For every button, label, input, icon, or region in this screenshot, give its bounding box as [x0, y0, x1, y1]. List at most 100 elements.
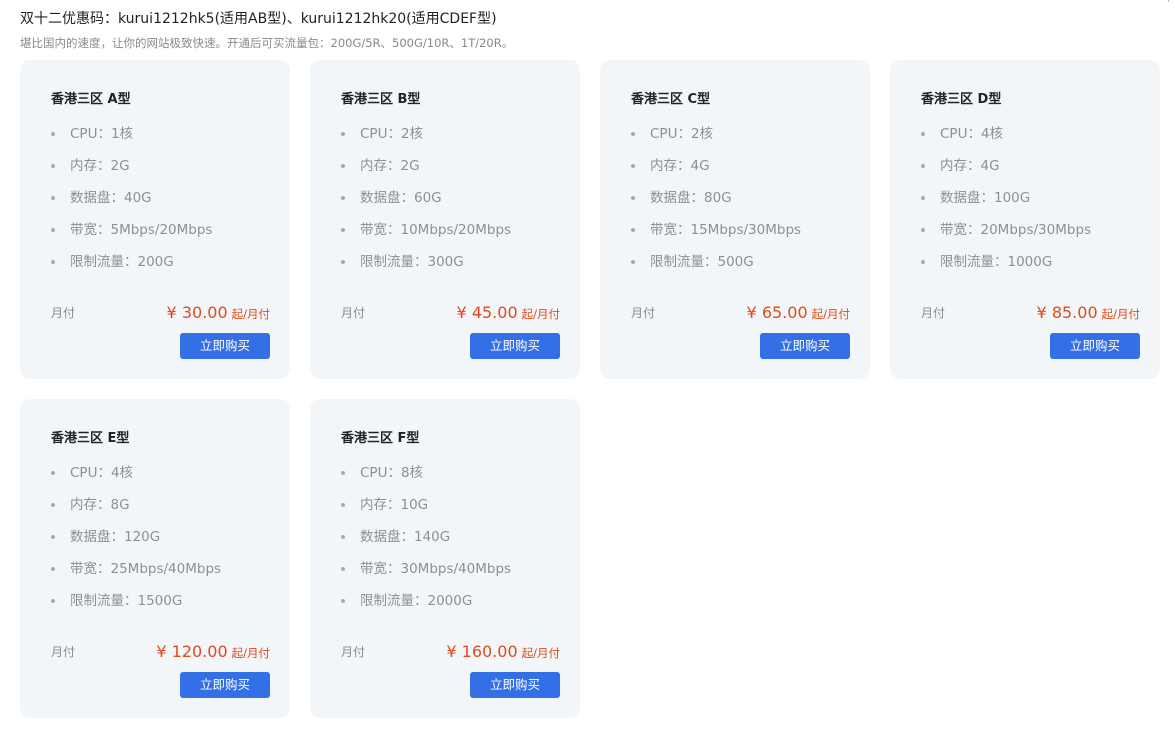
spec-text: 内存：2G: [70, 158, 130, 174]
bullet-icon: [341, 535, 345, 539]
bullet-icon: [631, 260, 635, 264]
bullet-icon: [341, 228, 345, 232]
spec-traffic: 限制流量：2000G: [341, 590, 511, 622]
spec-disk: 数据盘：120G: [51, 526, 221, 558]
bullet-icon: [921, 228, 925, 232]
spec-traffic: 限制流量：500G: [631, 251, 801, 283]
spec-text: 带宽：5Mbps/20Mbps: [70, 222, 213, 238]
spec-text: 限制流量：1500G: [70, 593, 183, 609]
price-amount: ¥ 160.00: [446, 642, 518, 661]
bullet-icon: [631, 164, 635, 168]
spec-text: 内存：8G: [70, 497, 130, 513]
spec-text: 带宽：10Mbps/20Mbps: [360, 222, 512, 238]
spec-memory: 内存：4G: [631, 155, 801, 187]
bullet-icon: [51, 535, 55, 539]
price-unit: 起/月付: [231, 646, 270, 660]
spec-text: CPU：4核: [70, 465, 134, 481]
billing-cycle: 月付: [921, 306, 946, 320]
price: ¥ 160.00 起/月付: [446, 640, 560, 665]
price: ¥ 30.00 起/月付: [167, 301, 270, 326]
spec-disk: 数据盘：40G: [51, 187, 212, 219]
spec-text: 数据盘：60G: [360, 190, 442, 206]
bullet-icon: [51, 260, 55, 264]
spec-text: 内存：2G: [360, 158, 420, 174]
promo-subtitle: 堪比国内的速度，让你的网站极致快速。开通后可买流量包：200G/5R、500G/…: [20, 36, 514, 50]
spec-memory: 内存：8G: [51, 494, 221, 526]
plan-card-a: 香港三区 A型 CPU：1核 内存：2G 数据盘：40G 带宽：5Mbps/20…: [20, 60, 290, 379]
bullet-icon: [921, 196, 925, 200]
bullet-icon: [51, 567, 55, 571]
bullet-icon: [51, 132, 55, 136]
spec-cpu: CPU：4核: [921, 123, 1091, 155]
spec-bandwidth: 带宽：30Mbps/40Mbps: [341, 558, 511, 590]
spec-text: 限制流量：200G: [70, 254, 174, 270]
bullet-icon: [51, 503, 55, 507]
bullet-icon: [631, 196, 635, 200]
spec-text: 数据盘：140G: [360, 529, 451, 545]
spec-text: 数据盘：100G: [940, 190, 1031, 206]
bullet-icon: [341, 132, 345, 136]
spec-memory: 内存：2G: [51, 155, 212, 187]
spec-disk: 数据盘：60G: [341, 187, 511, 219]
plan-title: 香港三区 F型: [341, 431, 420, 446]
bullet-icon: [631, 228, 635, 232]
plan-title: 香港三区 E型: [51, 431, 130, 446]
plan-title: 香港三区 D型: [921, 92, 1002, 107]
spec-text: 带宽：25Mbps/40Mbps: [70, 561, 222, 577]
bullet-icon: [341, 599, 345, 603]
price-amount: ¥ 120.00: [156, 642, 228, 661]
buy-now-button[interactable]: 立即购买: [760, 333, 850, 359]
plan-card-e: 香港三区 E型 CPU：4核 内存：8G 数据盘：120G 带宽：25Mbps/…: [20, 399, 290, 718]
spec-list: CPU：4核 内存：8G 数据盘：120G 带宽：25Mbps/40Mbps 限…: [51, 462, 221, 622]
buy-now-button[interactable]: 立即购买: [180, 672, 270, 698]
plan-card-b: 香港三区 B型 CPU：2核 内存：2G 数据盘：60G 带宽：10Mbps/2…: [310, 60, 580, 379]
price: ¥ 120.00 起/月付: [156, 640, 270, 665]
bullet-icon: [51, 471, 55, 475]
billing-cycle: 月付: [51, 645, 76, 659]
buy-now-button[interactable]: 立即购买: [470, 672, 560, 698]
price-amount: ¥ 65.00: [746, 303, 808, 322]
bullet-icon: [921, 132, 925, 136]
buy-now-button[interactable]: 立即购买: [1050, 333, 1140, 359]
spec-text: 限制流量：500G: [650, 254, 754, 270]
buy-now-button[interactable]: 立即购买: [470, 333, 560, 359]
spec-text: CPU：8核: [360, 465, 424, 481]
spec-cpu: CPU：2核: [631, 123, 801, 155]
bullet-icon: [631, 132, 635, 136]
buy-now-button[interactable]: 立即购买: [180, 333, 270, 359]
page: 双十二优惠码：kurui1212hk5(适用AB型)、kurui1212hk20…: [0, 0, 1175, 735]
price: ¥ 85.00 起/月付: [1037, 301, 1140, 326]
spec-cpu: CPU：8核: [341, 462, 511, 494]
spec-cpu: CPU：4核: [51, 462, 221, 494]
promo-title: 双十二优惠码：kurui1212hk5(适用AB型)、kurui1212hk20…: [20, 11, 497, 27]
bullet-icon: [341, 567, 345, 571]
spec-text: CPU：4核: [940, 126, 1004, 142]
spec-list: CPU：1核 内存：2G 数据盘：40G 带宽：5Mbps/20Mbps 限制流…: [51, 123, 212, 283]
spec-text: 内存：4G: [650, 158, 710, 174]
spec-text: 数据盘：120G: [70, 529, 161, 545]
spec-text: CPU：2核: [360, 126, 424, 142]
bullet-icon: [341, 196, 345, 200]
spec-list: CPU：2核 内存：4G 数据盘：80G 带宽：15Mbps/30Mbps 限制…: [631, 123, 801, 283]
bullet-icon: [51, 228, 55, 232]
spec-disk: 数据盘：140G: [341, 526, 511, 558]
spec-disk: 数据盘：100G: [921, 187, 1091, 219]
bullet-icon: [51, 196, 55, 200]
spec-text: 内存：10G: [360, 497, 429, 513]
spec-text: CPU：2核: [650, 126, 714, 142]
billing-cycle: 月付: [341, 645, 366, 659]
spec-text: 带宽：30Mbps/40Mbps: [360, 561, 512, 577]
spec-memory: 内存：10G: [341, 494, 511, 526]
spec-bandwidth: 带宽：20Mbps/30Mbps: [921, 219, 1091, 251]
spec-list: CPU：2核 内存：2G 数据盘：60G 带宽：10Mbps/20Mbps 限制…: [341, 123, 511, 283]
price-unit: 起/月付: [521, 646, 560, 660]
price-unit: 起/月付: [811, 307, 850, 321]
plan-title: 香港三区 C型: [631, 92, 711, 107]
spec-list: CPU：4核 内存：4G 数据盘：100G 带宽：20Mbps/30Mbps 限…: [921, 123, 1091, 283]
bullet-icon: [921, 164, 925, 168]
spec-disk: 数据盘：80G: [631, 187, 801, 219]
spec-traffic: 限制流量：1000G: [921, 251, 1091, 283]
bullet-icon: [341, 260, 345, 264]
spec-bandwidth: 带宽：25Mbps/40Mbps: [51, 558, 221, 590]
bullet-icon: [341, 503, 345, 507]
